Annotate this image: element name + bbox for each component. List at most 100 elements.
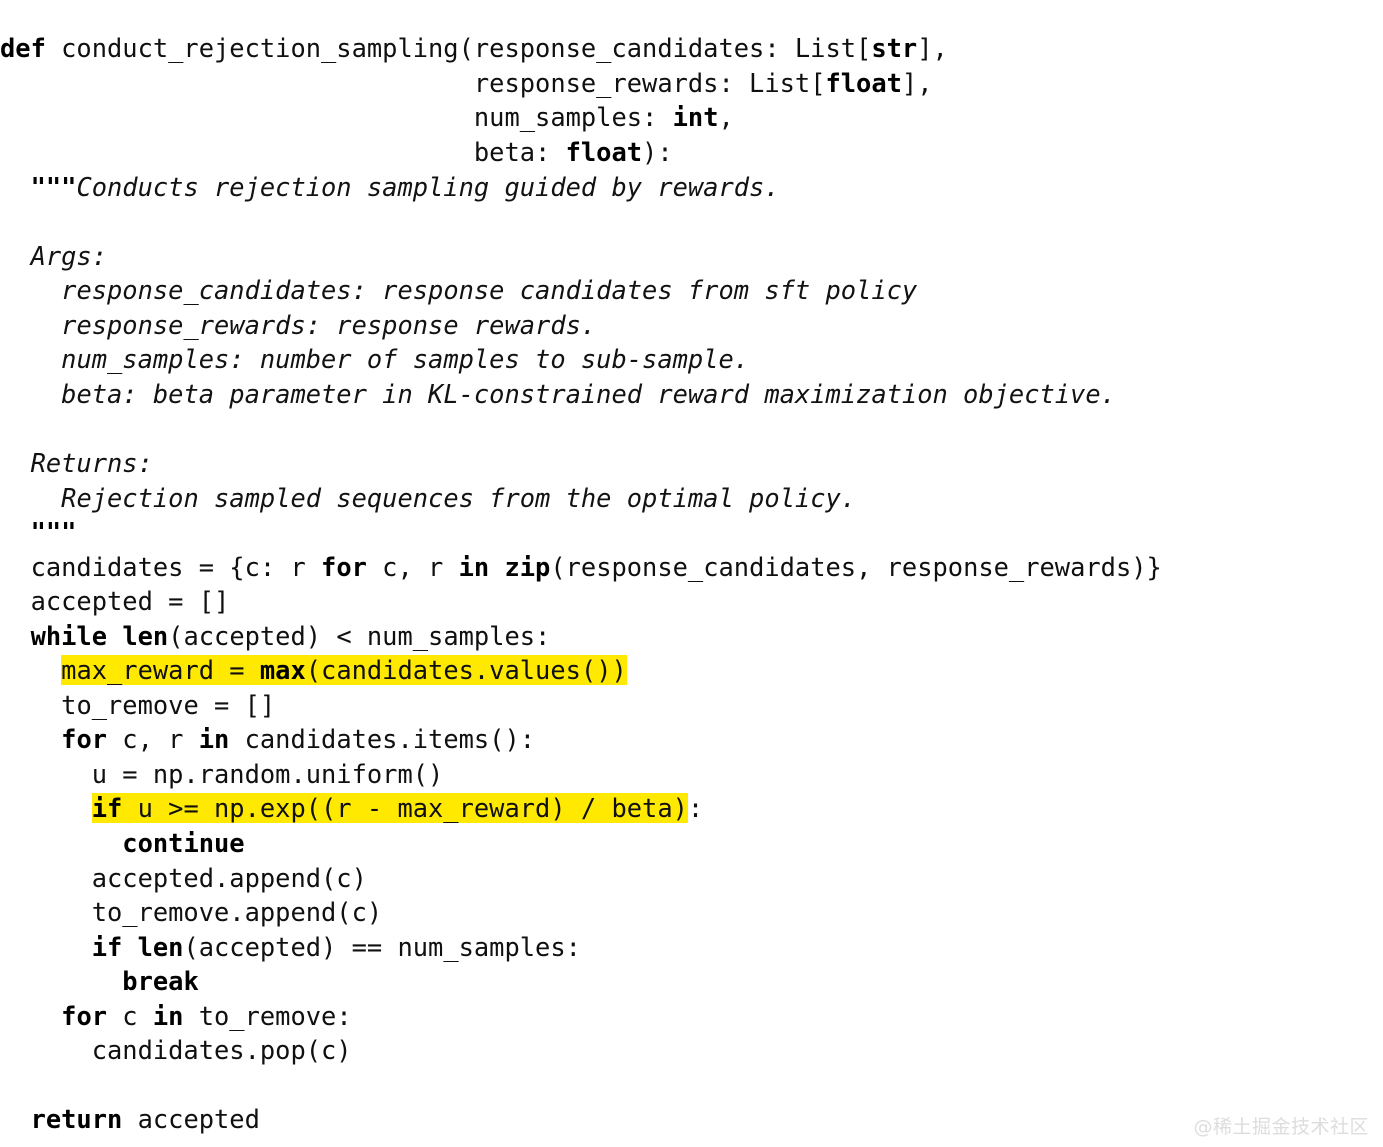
- code-text: beta:: [473, 137, 566, 168]
- code-line-13: Returns:: [0, 446, 1383, 481]
- code-line-6-blank: [0, 204, 1383, 239]
- code-text: to_remove:: [183, 1000, 352, 1031]
- code-line-18: while len(accepted) < num_samples:: [0, 619, 1383, 654]
- keyword-break: break: [122, 966, 199, 997]
- code-text: candidates.items():: [229, 724, 536, 755]
- code-line-23: if u >= np.exp((r - max_reward) / beta):: [0, 791, 1383, 826]
- code-line-3: num_samples: int,: [0, 100, 1383, 135]
- code-text: u >= np.exp((r - max_reward) / beta): [122, 793, 688, 824]
- code-text: num_samples:: [473, 102, 673, 133]
- code-line-9: response_rewards: response rewards.: [0, 308, 1383, 343]
- code-line-21: for c, r in candidates.items():: [0, 722, 1383, 757]
- keyword-str: str: [871, 33, 918, 64]
- code-text: c, r: [366, 551, 459, 582]
- keyword-def: def: [0, 33, 46, 64]
- keyword-for: for: [61, 1000, 108, 1031]
- code-text: accepted.append(c): [91, 862, 367, 893]
- keyword-float: float: [565, 137, 643, 168]
- keyword-zip: zip: [504, 551, 551, 582]
- code-text: ,: [718, 102, 734, 133]
- code-line-22: u = np.random.uniform(): [0, 757, 1383, 792]
- code-line-29: for c in to_remove:: [0, 999, 1383, 1034]
- code-text: candidates.pop(c): [91, 1035, 352, 1066]
- code-line-10: num_samples: number of samples to sub-sa…: [0, 342, 1383, 377]
- code-text: to_remove = []: [61, 689, 276, 720]
- code-text: c, r: [107, 724, 199, 755]
- code-line-4: beta: float):: [0, 135, 1383, 170]
- code-text: to_remove.append(c): [91, 897, 383, 928]
- code-text: candidates = {c: r: [30, 551, 322, 582]
- docstring-returns-body: Rejection sampled sequences from the opt…: [61, 482, 857, 513]
- code-text: accepted: [122, 1104, 260, 1135]
- keyword-while: while: [30, 620, 108, 651]
- code-line-14: Rejection sampled sequences from the opt…: [0, 481, 1383, 516]
- code-line-1: def conduct_rejection_sampling(response_…: [0, 31, 1383, 66]
- code-text: :: [687, 793, 704, 824]
- code-text: ],: [917, 33, 948, 64]
- keyword-len: len: [122, 620, 169, 651]
- docstring-arg-beta: beta: beta parameter in KL-constrained r…: [61, 378, 1116, 409]
- code-text: ):: [642, 137, 673, 168]
- keyword-in: in: [458, 551, 490, 582]
- code-text: ],: [901, 67, 933, 98]
- code-text: conduct_rejection_sampling(response_cand…: [45, 33, 872, 64]
- code-snippet-surface: def conduct_rejection_sampling(response_…: [0, 0, 1383, 1147]
- keyword-in: in: [152, 1000, 184, 1031]
- code-line-32: return accepted: [0, 1102, 1383, 1137]
- docstring-arg-num-samples: num_samples: number of samples to sub-sa…: [61, 344, 750, 375]
- docstring-summary: Conducts rejection sampling guided by re…: [76, 171, 780, 202]
- keyword-in: in: [198, 724, 230, 755]
- docstring-open-quotes: """: [30, 171, 77, 202]
- code-line-19: max_reward = max(candidates.values()): [0, 653, 1383, 688]
- keyword-max: max: [259, 655, 306, 686]
- code-line-5: """Conducts rejection sampling guided by…: [0, 170, 1383, 205]
- highlighted-code-max-reward: max_reward = max(candidates.values()): [61, 655, 627, 686]
- code-line-11: beta: beta parameter in KL-constrained r…: [0, 377, 1383, 412]
- code-line-12-blank: [0, 411, 1383, 446]
- docstring-args-heading: Args:: [30, 240, 108, 271]
- code-text: accepted = []: [30, 586, 230, 617]
- docstring-close-quotes: """: [30, 517, 77, 548]
- docstring-returns-heading: Returns:: [30, 447, 153, 478]
- code-line-20: to_remove = []: [0, 688, 1383, 723]
- keyword-if: if: [91, 931, 123, 962]
- code-text: (response_candidates, response_rewards)}: [550, 551, 1162, 582]
- docstring-arg-response-candidates: response_candidates: response candidates…: [61, 275, 918, 306]
- code-block: def conduct_rejection_sampling(response_…: [0, 31, 1383, 1137]
- keyword-continue: continue: [122, 827, 245, 858]
- code-line-25: accepted.append(c): [0, 861, 1383, 896]
- code-line-2: response_rewards: List[float],: [0, 66, 1383, 101]
- code-line-31-blank: [0, 1068, 1383, 1103]
- keyword-for: for: [321, 551, 367, 582]
- code-text: u = np.random.uniform(): [91, 758, 444, 789]
- code-line-28: break: [0, 964, 1383, 999]
- keyword-for: for: [61, 724, 108, 755]
- code-line-15: """: [0, 515, 1383, 550]
- code-line-24: continue: [0, 826, 1383, 861]
- code-line-8: response_candidates: response candidates…: [0, 273, 1383, 308]
- highlighted-code-if-accept: if u >= np.exp((r - max_reward) / beta): [91, 793, 688, 824]
